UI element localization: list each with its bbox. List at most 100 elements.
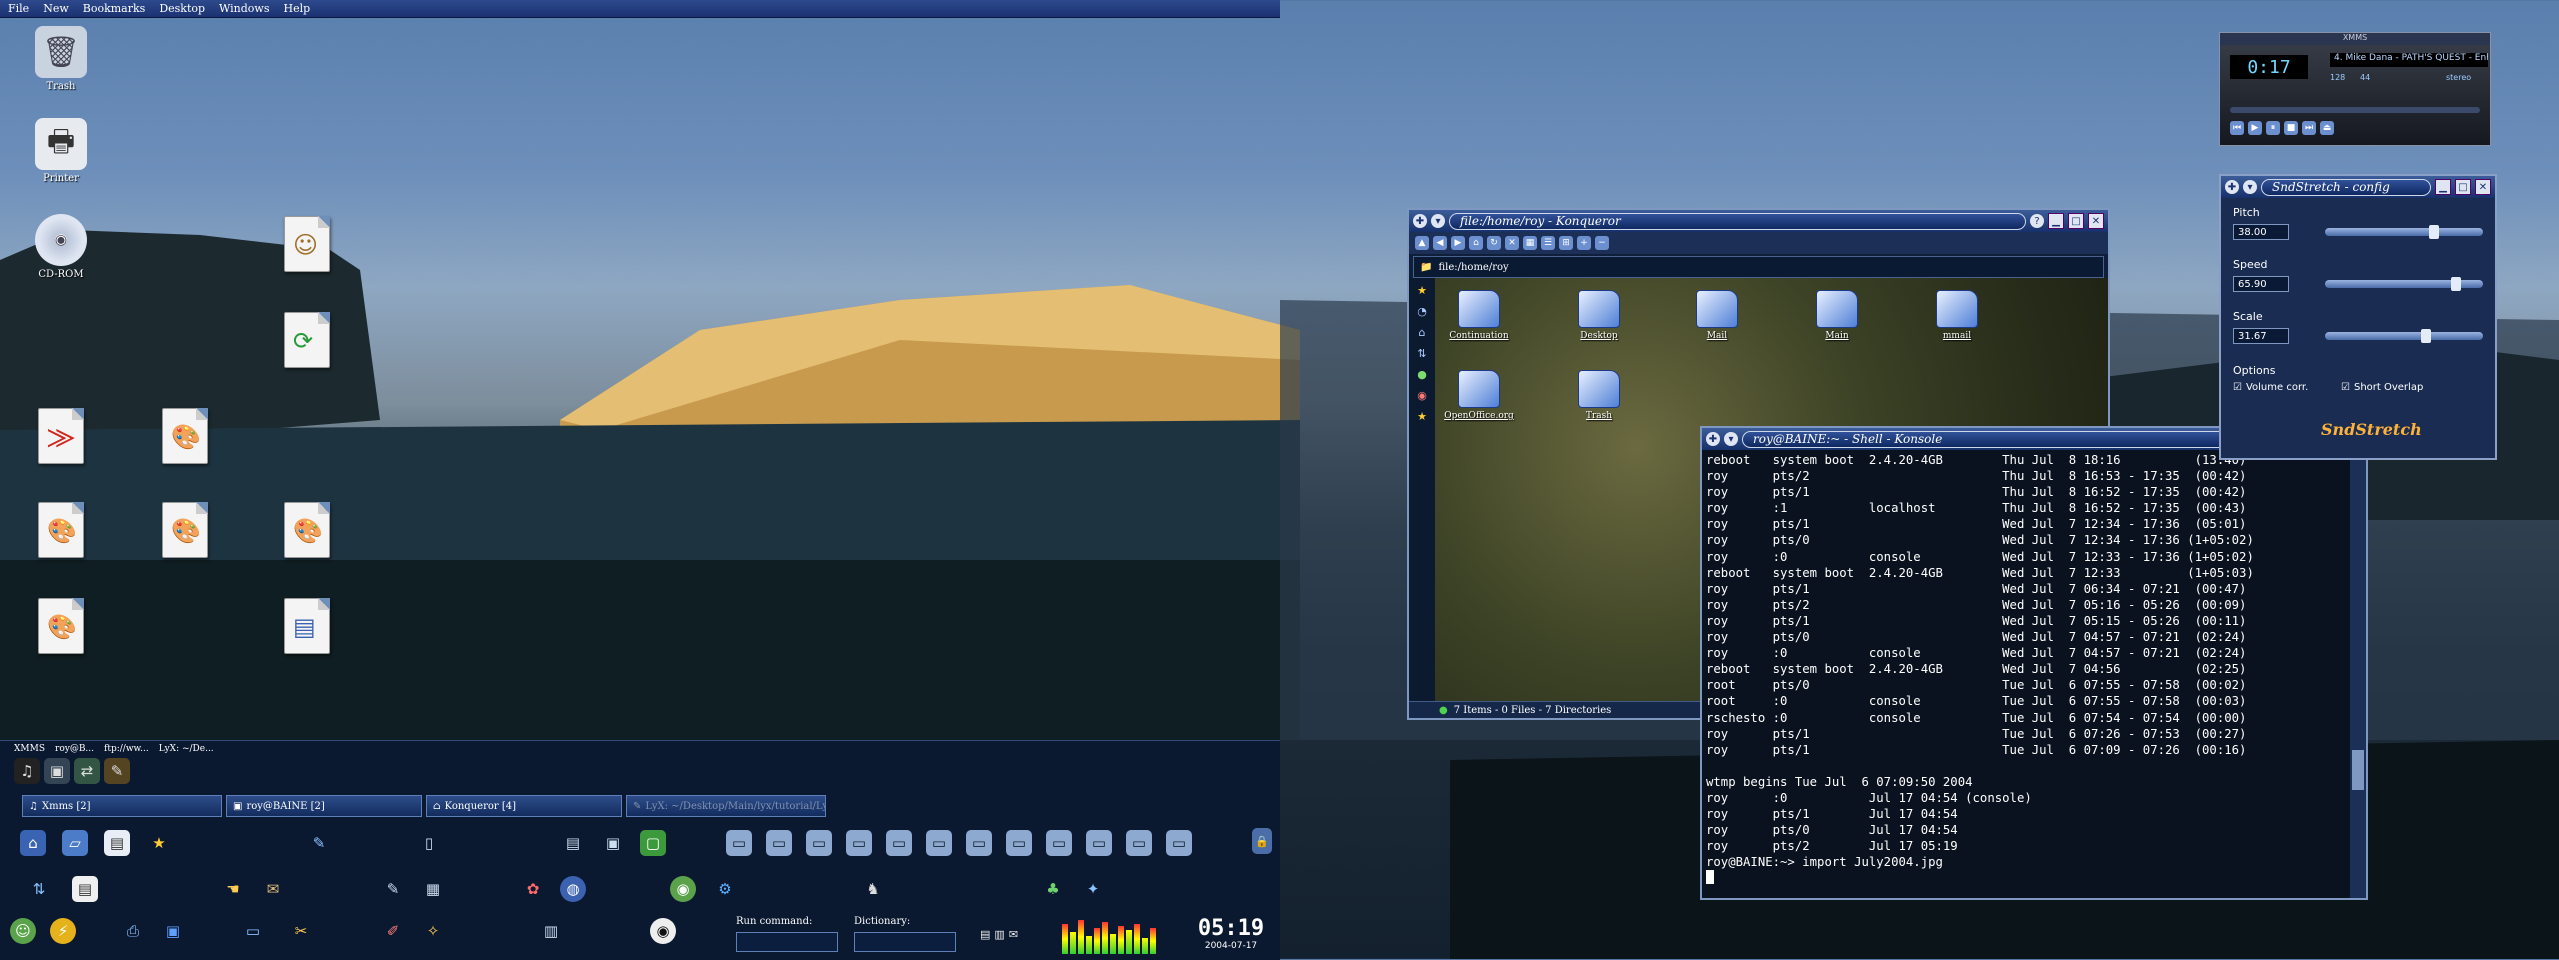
help-icon[interactable]: ? [2030,214,2044,228]
desktop-file-paint-5[interactable]: 🎨 [16,598,106,654]
next-icon[interactable]: ⏭ [2302,121,2316,135]
panel-clock[interactable]: 05:19 2004-07-17 [1196,916,1266,954]
folder-main[interactable]: Main [1797,290,1877,341]
reload-icon[interactable]: ↻ [1487,236,1501,250]
maximize-icon[interactable]: □ [2455,179,2471,195]
short-overlap-checkbox[interactable]: ☑ Short Overlap [2341,382,2423,393]
desktop-file-paint-4[interactable]: 🎨 [262,502,352,558]
maximize-icon[interactable]: □ [2068,213,2084,229]
desktop-file-pdf[interactable]: ⨠ [16,408,106,464]
clipboard-launcher-icon[interactable]: ▥ [538,918,564,944]
pitch-slider[interactable] [2325,225,2483,239]
menu-chevron-icon[interactable]: ▾ [1431,214,1445,228]
view-tree-icon[interactable]: ⊞ [1559,236,1573,250]
slider-knob[interactable] [2451,277,2461,291]
tray-tab[interactable]: XMMS [14,744,45,754]
up-icon[interactable]: ▲ [1415,236,1429,250]
home-folder-icon[interactable]: ⌂ [1419,326,1426,339]
slider-knob[interactable] [2429,225,2439,239]
desktop-file-paint-3[interactable]: 🎨 [140,502,230,558]
globe-launcher-icon[interactable]: ◍ [560,876,586,902]
star-launcher-icon[interactable]: ★ [146,830,172,856]
wizard-launcher-icon[interactable]: ✧ [420,918,446,944]
notes-icon[interactable]: ▥ [994,928,1004,941]
chat-launcher-icon[interactable]: ☺ [10,918,36,944]
gnu-launcher-icon[interactable]: ♞ [860,876,886,902]
stop-icon[interactable]: ✕ [1505,236,1519,250]
view-icons-icon[interactable]: ▦ [1523,236,1537,250]
settings-launcher-icon[interactable]: ⚙ [712,876,738,902]
lyx-thumb-icon[interactable]: ✎ [104,758,130,784]
brush-launcher-icon[interactable]: ✎ [306,830,332,856]
speed-slider[interactable] [2325,277,2483,291]
menu-bookmarks[interactable]: Bookmarks [83,2,146,15]
run-command-input[interactable] [736,932,838,952]
folder-mmail[interactable]: mmail [1917,290,1997,341]
menu-windows[interactable]: Windows [219,2,269,15]
menu-file[interactable]: File [8,2,29,15]
task-lyx[interactable]: ✎ LyX: ~/Desktop/Main/lyx/tutorial/Lyx [626,795,826,817]
desktop-file-paint-2[interactable]: 🎨 [16,502,106,558]
network-launcher-icon[interactable]: ⇅ [26,876,52,902]
seek-bar[interactable] [2230,107,2480,113]
folder-trash[interactable]: Trash [1559,370,1639,421]
document-launcher-icon[interactable]: ▤ [104,830,130,856]
konqueror-titlebar[interactable]: ✚ ▾ file:/home/roy - Konqueror ? ▁ □ ✕ [1409,210,2108,232]
desktop-icon-cdrom[interactable]: ◉ CD-ROM [16,214,106,280]
close-icon[interactable]: ✕ [2475,179,2491,195]
hand-launcher-icon[interactable]: ☚ [220,876,246,902]
folder-mail[interactable]: Mail [1677,290,1757,341]
terminal-scrollbar[interactable] [2350,450,2366,898]
pda-launcher-icon[interactable]: ▯ [416,830,442,856]
desktop-2-icon[interactable]: ▭ [766,830,792,856]
desktop-11-icon[interactable]: ▭ [1126,830,1152,856]
dictionary-input[interactable] [854,932,956,952]
print-launcher-icon[interactable]: ⎙ [120,918,146,944]
playback-time[interactable]: 0:17 [2230,55,2308,79]
scale-spinbox[interactable]: 31.67 [2233,328,2289,344]
volume-corr-checkbox[interactable]: ☑ Volume corr. [2233,382,2308,393]
desktop-9-icon[interactable]: ▭ [1046,830,1072,856]
screen-launcher-icon[interactable]: ▢ [640,830,666,856]
network-icon[interactable]: ⇅ [1417,347,1426,360]
previous-icon[interactable]: ⏮ [2230,121,2244,135]
sticky-icon[interactable]: ✚ [2225,180,2239,194]
slider-knob[interactable] [2421,329,2431,343]
desktop-6-icon[interactable]: ▭ [926,830,952,856]
services-icon[interactable]: ● [1417,368,1427,381]
xmms-thumb-icon[interactable]: ♫ [14,758,40,784]
cube-launcher-icon[interactable]: ▣ [160,918,186,944]
tools-launcher-icon[interactable]: ✂ [288,918,314,944]
desktop-3-icon[interactable]: ▭ [806,830,832,856]
notes-launcher-icon[interactable]: ▤ [560,830,586,856]
eject-icon[interactable]: ⏏ [2320,121,2334,135]
desktop-icon-printer[interactable]: 🖶 Printer [16,118,106,184]
paint-launcher-icon[interactable]: ✐ [380,918,406,944]
pause-icon[interactable]: ⏸ [2266,121,2280,135]
task-konqueror[interactable]: ⌂ Konqueror [4] [426,795,622,817]
desktop-file-paint-1[interactable]: 🎨 [140,408,230,464]
location-bar[interactable]: 📁 file:/home/roy [1413,256,2104,278]
lock-icon[interactable]: 🔒 [1252,828,1272,854]
location-text[interactable]: file:/home/roy [1438,262,1508,273]
power-launcher-icon[interactable]: ⚡ [50,918,76,944]
minimize-icon[interactable]: ▁ [2048,213,2064,229]
cd-player-icon[interactable]: ◉ [650,918,676,944]
calculator-launcher-icon[interactable]: ▦ [420,876,446,902]
desktop-8-icon[interactable]: ▭ [1006,830,1032,856]
home-icon[interactable]: ⌂ [1469,236,1483,250]
bookmark-star-icon[interactable]: ★ [1417,284,1427,297]
pitch-spinbox[interactable]: 38.00 [2233,224,2289,240]
desktop-icon-trash[interactable]: 🗑 Trash [16,26,106,92]
stop-icon[interactable]: ■ [2284,121,2298,135]
desktop-file-script[interactable]: ⟳ [262,312,352,368]
task-xmms[interactable]: ♫ Xmms [2] [22,795,222,817]
tree-launcher-icon[interactable]: ♣ [1040,876,1066,902]
desktop-file-doc[interactable]: ▤ [262,598,352,654]
desktop-1-icon[interactable]: ▭ [726,830,752,856]
tray-tab[interactable]: LyX: ~/De... [159,744,214,754]
task-konsole[interactable]: ▣ roy@BAINE [2] [226,795,422,817]
menu-help[interactable]: Help [284,2,311,15]
tray-tab[interactable]: roy@B... [55,744,94,754]
image-launcher-icon[interactable]: ▣ [600,830,626,856]
